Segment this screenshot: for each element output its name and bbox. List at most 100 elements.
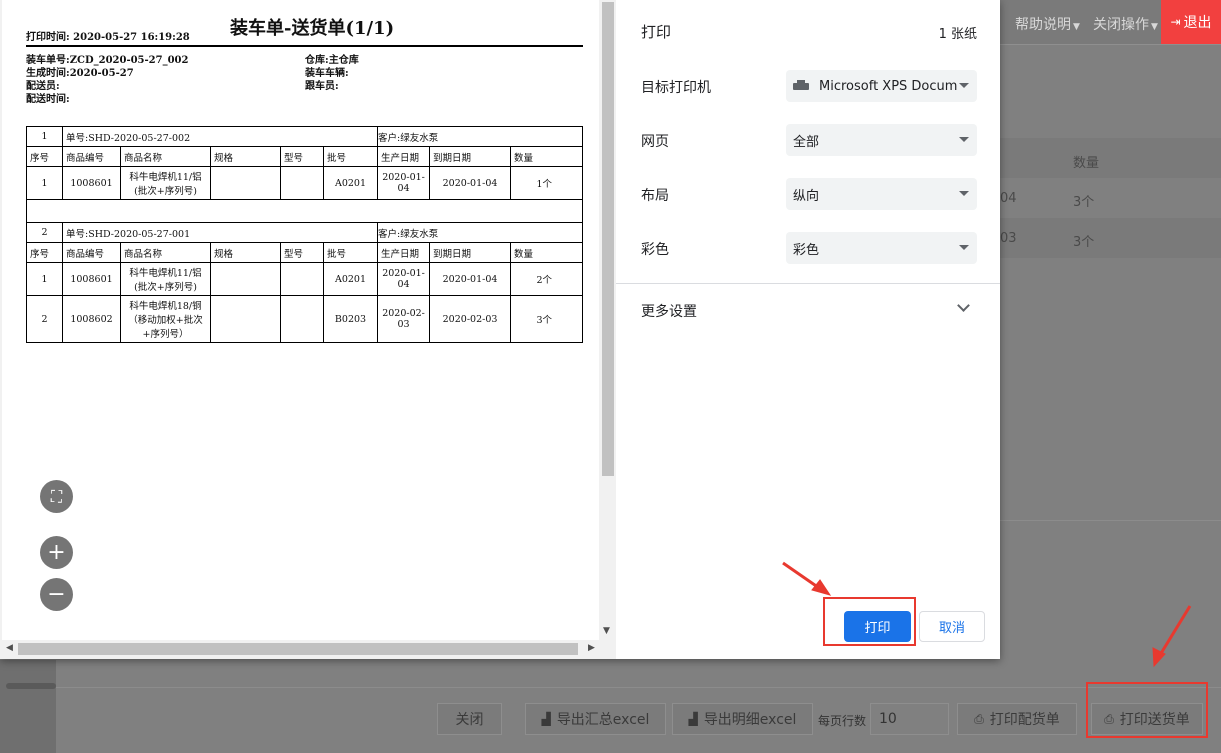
exit-button[interactable]: ⇥ 退出 xyxy=(1161,0,1221,44)
column-header-row: 序号 商品编号 商品名称 规格 型号 批号 生产日期 到期日期 数量 xyxy=(26,146,583,167)
table-row: 1 1008601 科牛电焊机11/铝(批次+序列号) A0201 2020-0… xyxy=(26,166,583,200)
more-settings-toggle[interactable]: 更多设置 xyxy=(641,301,697,321)
chevron-down-icon[interactable] xyxy=(957,299,970,312)
item-batch: A0201 xyxy=(322,262,379,296)
cancel-button-label: 取消 xyxy=(938,621,965,636)
order-number: 单号:SHD-2020-05-27-002 xyxy=(61,126,379,147)
item-spec xyxy=(210,262,281,296)
destination-select[interactable]: Microsoft XPS Docum xyxy=(786,70,977,102)
export-summary-button[interactable]: ▟ 导出汇总excel xyxy=(525,703,666,735)
order-seq: 1 xyxy=(26,126,63,147)
col-name: 商品名称 xyxy=(120,242,211,263)
item-code: 1008602 xyxy=(62,295,121,343)
print-settings-panel: 打印 1 张纸 目标打印机 Microsoft XPS Docum 网页 全部 … xyxy=(616,0,1000,659)
col-seq: 序号 xyxy=(26,146,63,167)
help-menu[interactable]: 帮助说明 ▼ xyxy=(1015,14,1080,34)
bg-cell-qty: 3个 xyxy=(1073,235,1095,250)
item-qty: 1个 xyxy=(510,166,583,200)
dropdown-arrow-icon xyxy=(959,245,969,250)
nav-divider xyxy=(1000,44,1221,45)
pages-label: 网页 xyxy=(641,134,669,150)
item-batch: B0203 xyxy=(322,295,379,343)
col-code: 商品编号 xyxy=(62,242,121,263)
zoom-out-button[interactable]: − xyxy=(40,578,73,611)
bg-section-divider xyxy=(1000,520,1221,521)
item-mfg-date: 2020-01-04 xyxy=(377,262,431,296)
scrollbar-thumb[interactable] xyxy=(18,643,578,655)
bg-table: 数量 04 3个 03 3个 xyxy=(1000,138,1221,258)
pages-value: 全部 xyxy=(793,134,820,150)
item-name: 科牛电焊机11/铝(批次+序列号) xyxy=(120,262,211,296)
color-select[interactable]: 彩色 xyxy=(786,232,977,264)
col-seq: 序号 xyxy=(26,242,63,263)
order-header-row: 2 单号:SHD-2020-05-27-001 客户:绿友水泵 xyxy=(26,222,583,243)
minus-icon: − xyxy=(47,581,66,607)
destination-label: 目标打印机 xyxy=(641,80,711,96)
horizontal-scrollbar[interactable] xyxy=(6,683,56,689)
col-batch: 批号 xyxy=(322,242,379,263)
load-order-no: 装车单号:ZCD_2020-05-27_002 xyxy=(26,55,189,66)
col-qty: 数量 xyxy=(510,146,583,167)
layout-select[interactable]: 纵向 xyxy=(786,178,977,210)
close-ops-menu[interactable]: 关闭操作 ▼ xyxy=(1093,14,1158,34)
fit-to-page-button[interactable]: ⛶ xyxy=(40,480,73,513)
caret-down-icon: ▼ xyxy=(1073,22,1080,32)
export-detail-button[interactable]: ▟ 导出明细excel xyxy=(672,703,813,735)
item-seq: 1 xyxy=(26,262,63,296)
exit-button-label: 退出 xyxy=(1183,15,1212,31)
plus-icon: + xyxy=(47,539,66,565)
arrow-down-icon[interactable]: ▼ xyxy=(603,626,610,636)
delivery-time: 配送时间: xyxy=(26,94,70,105)
item-qty: 2个 xyxy=(510,262,583,296)
item-model xyxy=(280,295,324,343)
item-mfg-date: 2020-01-04 xyxy=(377,166,431,200)
col-exp-date: 到期日期 xyxy=(429,242,512,263)
item-seq: 1 xyxy=(26,166,63,200)
fit-icon: ⛶ xyxy=(50,486,63,506)
spacer-row xyxy=(26,199,583,223)
print-picking-label: 打印配货单 xyxy=(989,712,1060,728)
color-label: 彩色 xyxy=(641,242,669,258)
col-model: 型号 xyxy=(280,242,324,263)
close-button[interactable]: 关闭 xyxy=(437,703,502,735)
item-exp-date: 2020-02-03 xyxy=(429,295,512,343)
pages-select[interactable]: 全部 xyxy=(786,124,977,156)
zoom-in-button[interactable]: + xyxy=(40,536,73,569)
print-picking-button[interactable]: ⎙ 打印配货单 xyxy=(957,703,1077,735)
order-customer: 客户:绿友水泵 xyxy=(377,222,583,243)
col-model: 型号 xyxy=(280,146,324,167)
order-customer: 客户:绿友水泵 xyxy=(377,126,583,147)
col-batch: 批号 xyxy=(322,146,379,167)
col-qty: 数量 xyxy=(510,242,583,263)
caret-down-icon: ▼ xyxy=(1151,22,1158,32)
item-code: 1008601 xyxy=(62,262,121,296)
vehicle: 装车车辆: xyxy=(305,68,349,79)
scrollbar-thumb[interactable] xyxy=(602,2,614,476)
col-mfg-date: 生产日期 xyxy=(377,242,431,263)
col-name: 商品名称 xyxy=(120,146,211,167)
export-summary-label: 导出汇总excel xyxy=(556,712,650,728)
rows-per-page-value: 10 xyxy=(879,711,897,727)
arrow-right-icon[interactable]: ▶ xyxy=(588,643,595,653)
print-dialog: 打印时间: 2020-05-27 16:19:28 装车单-送货单(1/1) 装… xyxy=(0,0,1000,659)
export-detail-label: 导出明细excel xyxy=(703,712,797,728)
exit-icon: ⇥ xyxy=(1170,15,1181,29)
preview-vertical-scrollbar[interactable]: ▼ xyxy=(600,0,616,640)
table-row: 04 3个 xyxy=(1000,178,1221,218)
item-exp-date: 2020-01-04 xyxy=(429,262,512,296)
settings-divider xyxy=(616,283,1000,284)
item-qty: 3个 xyxy=(510,295,583,343)
col-mfg-date: 生产日期 xyxy=(377,146,431,167)
arrow-left-icon[interactable]: ◀ xyxy=(6,643,13,653)
bg-table-header: 数量 xyxy=(1000,138,1221,178)
generated-time: 生成时间:2020-05-27 xyxy=(26,68,134,79)
printer-icon: ⎙ xyxy=(974,711,984,726)
delivery-table: 1 单号:SHD-2020-05-27-002 客户:绿友水泵 序号 商品编号 … xyxy=(26,126,583,343)
col-exp-date: 到期日期 xyxy=(429,146,512,167)
rows-per-page-input[interactable]: 10 xyxy=(870,703,949,735)
preview-horizontal-scrollbar[interactable]: ◀ ▶ xyxy=(2,640,600,658)
col-code: 商品编号 xyxy=(62,146,121,167)
cancel-button[interactable]: 取消 xyxy=(919,611,985,642)
deliveryman: 配送员: xyxy=(26,81,60,92)
bar-chart-icon: ▟ xyxy=(688,712,698,726)
